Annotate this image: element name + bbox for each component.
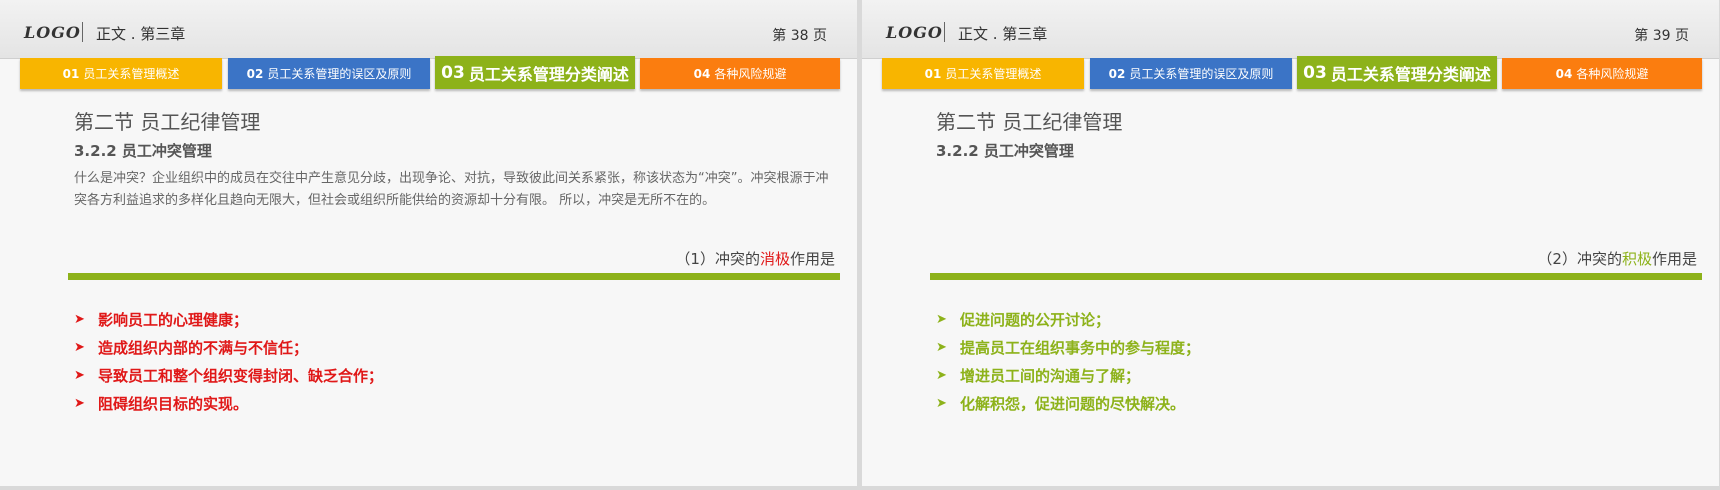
chapter-label: 正文 . 第三章: [96, 25, 186, 43]
tab-number: 02: [1108, 66, 1126, 81]
tab-label: 员工关系管理分类阐述: [468, 64, 629, 84]
list-item: ➤ 造成组织内部的不满与不信任；: [74, 333, 383, 361]
tab-overview[interactable]: 01 员工关系管理概述: [882, 58, 1084, 89]
logo: LOGO: [886, 23, 943, 42]
tab-principles[interactable]: 02 员工关系管理的误区及原则: [1090, 58, 1292, 89]
list-item-text: 造成组织内部的不满与不信任；: [98, 338, 309, 357]
tab-overview[interactable]: 01 员工关系管理概述: [20, 58, 222, 89]
list-item-text: 导致员工和整个组织变得封闭、缺乏合作；: [98, 366, 384, 385]
role-heading: （2）冲突的积极作用是: [1537, 248, 1697, 269]
role-heading: （1）冲突的消极作用是: [675, 248, 835, 269]
tab-label: 各种风险规避: [714, 67, 787, 81]
role-highlight: 积极: [1621, 250, 1652, 268]
list-item-text: 提高员工在组织事务中的参与程度；: [960, 338, 1201, 357]
list-item-text: 化解积怨，促进问题的尽快解决。: [960, 394, 1186, 413]
tab-number: 02: [246, 66, 264, 81]
tab-label: 员工关系管理的误区及原则: [1129, 67, 1274, 81]
chapter-label: 正文 . 第三章: [958, 25, 1048, 43]
tab-label: 员工关系管理概述: [945, 67, 1042, 81]
list-item: ➤ 促进问题的公开讨论；: [936, 305, 1200, 333]
header-divider: [944, 22, 945, 42]
tab-classification[interactable]: 03 员工关系管理分类阐述: [1297, 56, 1497, 89]
bullet-list: ➤ 促进问题的公开讨论； ➤ 提高员工在组织事务中的参与程度； ➤ 增进员工间的沟通与…: [936, 305, 1200, 417]
list-item: ➤ 增进员工间的沟通与了解；: [936, 361, 1200, 389]
list-item: ➤ 提高员工在组织事务中的参与程度；: [936, 333, 1200, 361]
body-paragraph: 什么是冲突？企业组织中的成员在交往中产生意见分歧，出现争论、对抗，导致彼此间关系…: [74, 171, 829, 208]
list-item: ➤ 阻碍组织目标的实现。: [74, 389, 383, 417]
arrow-right-icon: ➤: [74, 367, 85, 383]
list-item-text: 促进问题的公开讨论；: [960, 310, 1111, 329]
list-item: ➤ 影响员工的心理健康；: [74, 305, 383, 333]
slide-left: LOGO 正文 . 第三章 第 38 页 01 员工关系管理概述 02 员工关系管理…: [0, 0, 857, 486]
accent-bar: [930, 273, 1702, 280]
subsection-title: 3.2.2 员工冲突管理: [936, 142, 1074, 160]
list-item: ➤ 导致员工和整个组织变得封闭、缺乏合作；: [74, 361, 383, 389]
list-item-text: 阻碍组织目标的实现。: [98, 394, 249, 413]
list-item-text: 增进员工间的沟通与了解；: [960, 366, 1141, 385]
tab-label: 员工关系管理的误区及原则: [267, 67, 412, 81]
arrow-right-icon: ➤: [936, 339, 947, 355]
header-divider: [82, 22, 83, 42]
logo: LOGO: [24, 23, 81, 42]
role-highlight: 消极: [759, 250, 790, 268]
tab-principles[interactable]: 02 员工关系管理的误区及原则: [228, 58, 430, 89]
tab-label: 员工关系管理概述: [83, 67, 180, 81]
tab-risks[interactable]: 04 各种风险规避: [640, 58, 840, 89]
tab-number: 01: [62, 66, 80, 81]
accent-bar: [68, 273, 840, 280]
tab-risks[interactable]: 04 各种风险规避: [1502, 58, 1702, 89]
arrow-right-icon: ➤: [936, 311, 947, 327]
arrow-right-icon: ➤: [74, 311, 85, 327]
tab-number: 03: [1303, 62, 1327, 83]
tab-label: 员工关系管理分类阐述: [1330, 64, 1491, 84]
tab-label: 各种风险规避: [1576, 67, 1649, 81]
role-suffix: 作用是: [1651, 250, 1697, 268]
tab-number: 01: [924, 66, 942, 81]
tab-number: 04: [1555, 66, 1573, 81]
tab-number: 04: [693, 66, 711, 81]
tab-classification[interactable]: 03 员工关系管理分类阐述: [435, 56, 635, 89]
arrow-right-icon: ➤: [936, 367, 947, 383]
arrow-right-icon: ➤: [74, 395, 85, 411]
list-item-text: 影响员工的心理健康；: [98, 310, 249, 329]
role-prefix: （2）冲突的: [1537, 250, 1622, 268]
arrow-right-icon: ➤: [936, 395, 947, 411]
section-title: 第二节 员工纪律管理: [74, 110, 261, 134]
list-item: ➤ 化解积怨，促进问题的尽快解决。: [936, 389, 1200, 417]
role-suffix: 作用是: [789, 250, 835, 268]
page-number: 第 39 页: [1634, 28, 1689, 44]
role-prefix: （1）冲突的: [675, 250, 760, 268]
section-title: 第二节 员工纪律管理: [936, 110, 1123, 134]
slide-header: LOGO 正文 . 第三章 第 38 页: [0, 0, 857, 59]
page-number: 第 38 页: [772, 28, 827, 44]
subsection-title: 3.2.2 员工冲突管理: [74, 142, 212, 160]
bullet-list: ➤ 影响员工的心理健康； ➤ 造成组织内部的不满与不信任； ➤ 导致员工和整个组织变得…: [74, 305, 383, 417]
arrow-right-icon: ➤: [74, 339, 85, 355]
slide-header: LOGO 正文 . 第三章 第 39 页: [862, 0, 1719, 59]
tab-number: 03: [441, 62, 465, 83]
slide-right: LOGO 正文 . 第三章 第 39 页 01 员工关系管理概述 02 员工关系管理…: [862, 0, 1719, 486]
